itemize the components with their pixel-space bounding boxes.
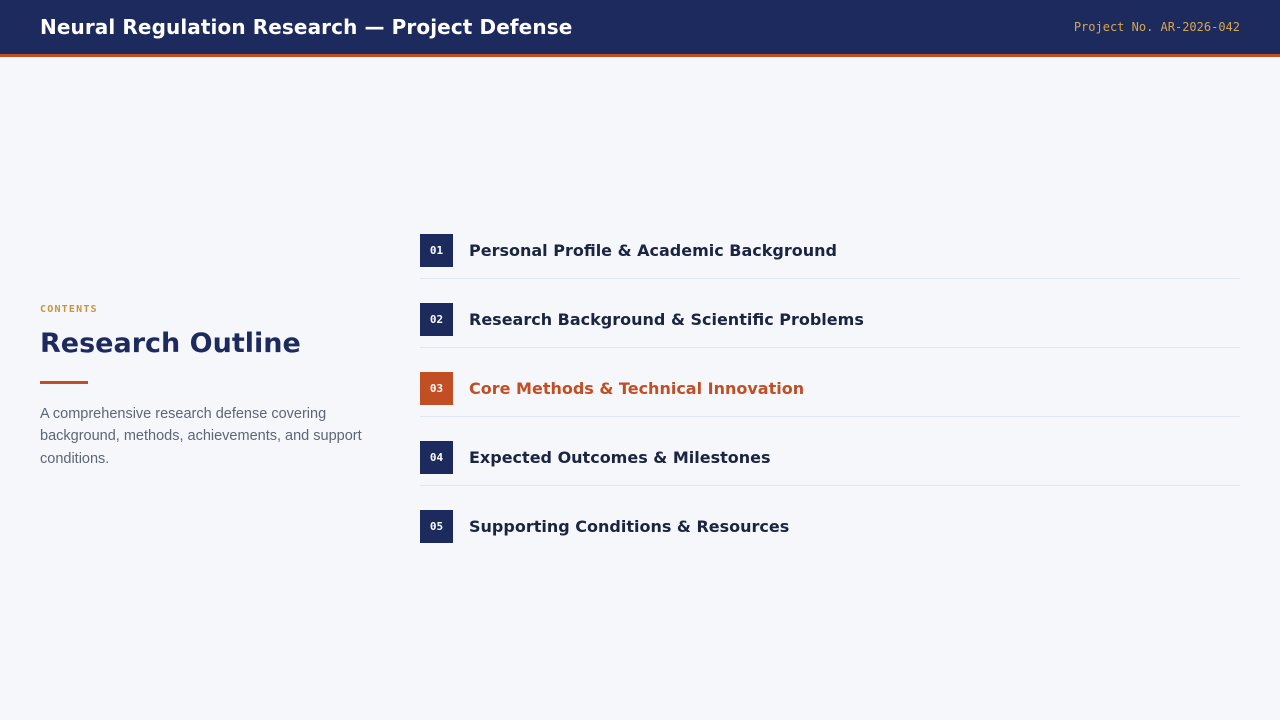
toc-divider xyxy=(420,278,1240,279)
table-of-contents: 01 Personal Profile & Academic Backgroun… xyxy=(420,234,1240,579)
toc-divider xyxy=(420,485,1240,486)
toc-number-badge: 02 xyxy=(420,303,453,336)
contents-eyebrow: CONTENTS xyxy=(40,304,98,315)
project-number: Project No. AR-2026-042 xyxy=(1073,20,1240,34)
toc-number-badge: 05 xyxy=(420,510,453,543)
presentation-title: Neural Regulation Research — Project Def… xyxy=(40,15,573,39)
toc-item-1[interactable]: 01 Personal Profile & Academic Backgroun… xyxy=(420,234,1240,303)
toc-number-badge: 04 xyxy=(420,441,453,474)
top-header-bar: Neural Regulation Research — Project Def… xyxy=(0,0,1280,57)
toc-number-badge: 01 xyxy=(420,234,453,267)
toc-item-label: Research Background & Scientific Problem… xyxy=(469,310,864,329)
toc-divider xyxy=(420,347,1240,348)
toc-item-5[interactable]: 05 Supporting Conditions & Resources xyxy=(420,510,1240,579)
outline-title: Research Outline xyxy=(40,328,301,359)
accent-divider xyxy=(40,380,88,384)
outline-description: A comprehensive research defense coverin… xyxy=(40,405,362,467)
toc-number-badge: 03 xyxy=(420,372,453,405)
toc-item-2[interactable]: 02 Research Background & Scientific Prob… xyxy=(420,303,1240,372)
toc-item-4[interactable]: 04 Expected Outcomes & Milestones xyxy=(420,441,1240,510)
toc-item-label: Personal Profile & Academic Background xyxy=(469,241,837,260)
toc-item-label: Expected Outcomes & Milestones xyxy=(469,448,771,467)
toc-divider xyxy=(420,416,1240,417)
toc-item-label: Supporting Conditions & Resources xyxy=(469,517,790,536)
toc-item-label: Core Methods & Technical Innovation xyxy=(469,379,805,398)
toc-item-3[interactable]: 03 Core Methods & Technical Innovation xyxy=(420,372,1240,441)
outline-intro-panel: CONTENTS Research Outline A comprehensiv… xyxy=(40,304,380,470)
